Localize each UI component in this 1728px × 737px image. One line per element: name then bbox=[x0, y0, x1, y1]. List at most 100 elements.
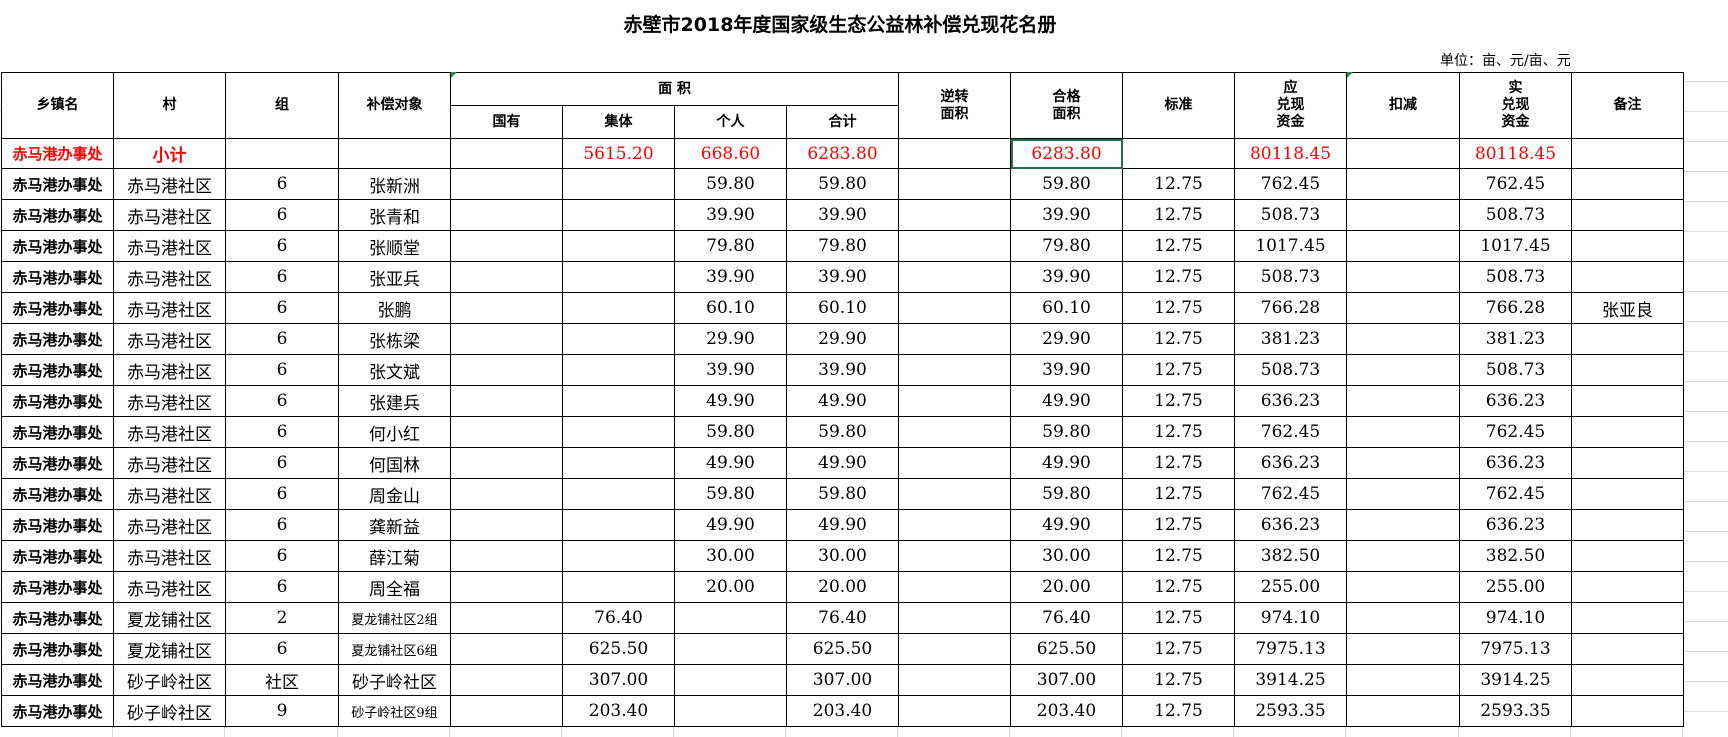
cell-actual[interactable]: 1017.45 bbox=[1459, 230, 1572, 262]
cell-state[interactable] bbox=[450, 447, 563, 479]
cell-payable[interactable]: 636.23 bbox=[1234, 509, 1347, 541]
cell-total[interactable]: 49.90 bbox=[786, 447, 899, 479]
cell-deduction[interactable] bbox=[1346, 509, 1460, 541]
cell-standard[interactable]: 12.75 bbox=[1122, 323, 1235, 355]
cell-target[interactable]: 周金山 bbox=[338, 478, 451, 510]
cell-deduction[interactable] bbox=[1346, 261, 1460, 293]
cell-group[interactable]: 6 bbox=[225, 261, 339, 293]
cell-deduction[interactable] bbox=[1346, 385, 1460, 417]
cell-reverse[interactable] bbox=[898, 478, 1011, 510]
cell-collective[interactable] bbox=[562, 416, 675, 448]
cell-total[interactable]: 59.80 bbox=[786, 478, 899, 510]
cell-qualified[interactable]: 625.50 bbox=[1010, 633, 1123, 665]
cell-standard[interactable]: 12.75 bbox=[1122, 230, 1235, 262]
header-town[interactable]: 乡镇名 bbox=[1, 72, 114, 139]
cell-reverse[interactable] bbox=[898, 199, 1011, 231]
cell-payable[interactable]: 3914.25 bbox=[1234, 664, 1347, 696]
cell-target[interactable]: 张建兵 bbox=[338, 385, 451, 417]
cell-remark[interactable]: 张亚良 bbox=[1571, 292, 1684, 324]
cell-collective[interactable]: 76.40 bbox=[562, 602, 675, 634]
cell-actual[interactable]: 636.23 bbox=[1459, 509, 1572, 541]
cell-payable[interactable]: 7975.13 bbox=[1234, 633, 1347, 665]
cell-target[interactable]: 薛江菊 bbox=[338, 540, 451, 572]
cell-actual[interactable]: 762.45 bbox=[1459, 478, 1572, 510]
cell-payable[interactable]: 255.00 bbox=[1234, 571, 1347, 603]
cell-actual[interactable]: 508.73 bbox=[1459, 199, 1572, 231]
cell-state[interactable] bbox=[450, 385, 563, 417]
cell-state[interactable] bbox=[450, 478, 563, 510]
cell-payable[interactable]: 508.73 bbox=[1234, 199, 1347, 231]
cell-state[interactable] bbox=[450, 664, 563, 696]
cell-standard[interactable]: 12.75 bbox=[1122, 354, 1235, 386]
cell-village[interactable]: 夏龙铺社区 bbox=[113, 602, 226, 634]
cell-total[interactable]: 59.80 bbox=[786, 168, 899, 200]
cell-village[interactable]: 赤马港社区 bbox=[113, 199, 226, 231]
cell-remark[interactable] bbox=[1571, 664, 1684, 696]
cell-group[interactable]: 6 bbox=[225, 447, 339, 479]
subtotal-state[interactable] bbox=[450, 138, 563, 169]
cell-state[interactable] bbox=[450, 168, 563, 200]
cell-qualified[interactable]: 79.80 bbox=[1010, 230, 1123, 262]
cell-personal[interactable] bbox=[674, 633, 787, 665]
cell-payable[interactable]: 381.23 bbox=[1234, 323, 1347, 355]
header-target[interactable]: 补偿对象 bbox=[338, 72, 451, 139]
cell-remark[interactable] bbox=[1571, 168, 1684, 200]
cell-standard[interactable]: 12.75 bbox=[1122, 571, 1235, 603]
cell-standard[interactable]: 12.75 bbox=[1122, 261, 1235, 293]
subtotal-reverse[interactable] bbox=[898, 138, 1011, 169]
cell-qualified[interactable]: 60.10 bbox=[1010, 292, 1123, 324]
cell-state[interactable] bbox=[450, 199, 563, 231]
cell-reverse[interactable] bbox=[898, 416, 1011, 448]
header-village[interactable]: 村 bbox=[113, 72, 226, 139]
header-deduction[interactable]: 扣减 bbox=[1346, 72, 1460, 139]
cell-personal[interactable] bbox=[674, 695, 787, 727]
cell-group[interactable]: 6 bbox=[225, 292, 339, 324]
cell-town[interactable]: 赤马港办事处 bbox=[1, 571, 114, 603]
cell-village[interactable]: 赤马港社区 bbox=[113, 385, 226, 417]
cell-group[interactable]: 6 bbox=[225, 571, 339, 603]
cell-qualified[interactable]: 39.90 bbox=[1010, 354, 1123, 386]
cell-standard[interactable]: 12.75 bbox=[1122, 199, 1235, 231]
cell-total[interactable]: 39.90 bbox=[786, 199, 899, 231]
cell-standard[interactable]: 12.75 bbox=[1122, 664, 1235, 696]
cell-collective[interactable] bbox=[562, 323, 675, 355]
cell-deduction[interactable] bbox=[1346, 633, 1460, 665]
cell-remark[interactable] bbox=[1571, 354, 1684, 386]
cell-standard[interactable]: 12.75 bbox=[1122, 292, 1235, 324]
cell-village[interactable]: 赤马港社区 bbox=[113, 354, 226, 386]
cell-village[interactable]: 赤马港社区 bbox=[113, 168, 226, 200]
subtotal-collective[interactable]: 5615.20 bbox=[562, 138, 675, 169]
cell-town[interactable]: 赤马港办事处 bbox=[1, 168, 114, 200]
cell-payable[interactable]: 636.23 bbox=[1234, 385, 1347, 417]
cell-remark[interactable] bbox=[1571, 509, 1684, 541]
cell-village[interactable]: 赤马港社区 bbox=[113, 571, 226, 603]
cell-total[interactable]: 203.40 bbox=[786, 695, 899, 727]
cell-remark[interactable] bbox=[1571, 385, 1684, 417]
sheet-title[interactable]: 赤壁市2018年度国家级生态公益林补偿兑现花名册 bbox=[0, 0, 1680, 51]
cell-reverse[interactable] bbox=[898, 447, 1011, 479]
cell-payable[interactable]: 766.28 bbox=[1234, 292, 1347, 324]
subtotal-actual[interactable]: 80118.45 bbox=[1459, 138, 1572, 169]
cell-actual[interactable]: 508.73 bbox=[1459, 261, 1572, 293]
cell-personal[interactable]: 49.90 bbox=[674, 447, 787, 479]
cell-reverse[interactable] bbox=[898, 633, 1011, 665]
header-reverse[interactable]: 逆转 面积 bbox=[898, 72, 1011, 139]
cell-reverse[interactable] bbox=[898, 261, 1011, 293]
cell-collective[interactable] bbox=[562, 199, 675, 231]
cell-town[interactable]: 赤马港办事处 bbox=[1, 509, 114, 541]
cell-town[interactable]: 赤马港办事处 bbox=[1, 633, 114, 665]
cell-target[interactable]: 张顺堂 bbox=[338, 230, 451, 262]
cell-actual[interactable]: 766.28 bbox=[1459, 292, 1572, 324]
cell-state[interactable] bbox=[450, 230, 563, 262]
subtotal-standard[interactable] bbox=[1122, 138, 1235, 169]
cell-standard[interactable]: 12.75 bbox=[1122, 509, 1235, 541]
header-qualified[interactable]: 合格 面积 bbox=[1010, 72, 1123, 139]
cell-town[interactable]: 赤马港办事处 bbox=[1, 664, 114, 696]
cell-reverse[interactable] bbox=[898, 664, 1011, 696]
cell-state[interactable] bbox=[450, 633, 563, 665]
cell-town[interactable]: 赤马港办事处 bbox=[1, 354, 114, 386]
cell-personal[interactable]: 79.80 bbox=[674, 230, 787, 262]
cell-personal[interactable] bbox=[674, 664, 787, 696]
header-remark[interactable]: 备注 bbox=[1571, 72, 1684, 139]
cell-group[interactable]: 9 bbox=[225, 695, 339, 727]
